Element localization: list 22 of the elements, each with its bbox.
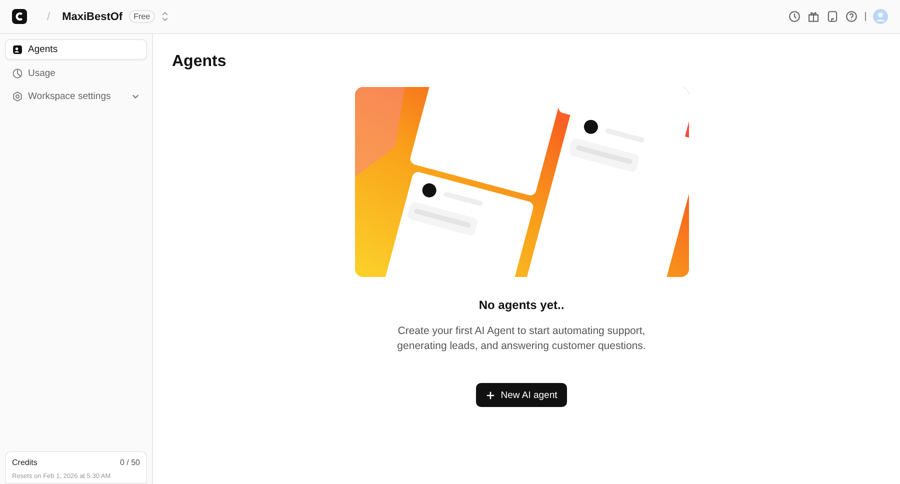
gift-icon[interactable] <box>807 10 820 23</box>
document-icon[interactable] <box>826 10 839 23</box>
sidebar-item[interactable]: Usage <box>5 62 147 84</box>
workspace-name[interactable]: MaxiBestOf <box>62 10 123 22</box>
empty-state-title: No agents yet.. <box>478 298 564 312</box>
logo-icon[interactable] <box>12 9 27 24</box>
sidebar-item[interactable]: Agents <box>5 39 147 60</box>
credits-value: 0 / 50 <box>120 458 140 467</box>
credits-label: Credits <box>12 458 38 467</box>
help-icon[interactable] <box>845 10 858 23</box>
breadcrumb-separator: / <box>47 10 50 22</box>
chevron-updown-icon[interactable] <box>161 11 170 22</box>
settings-icon <box>12 91 23 102</box>
pie-chart-icon <box>12 68 23 78</box>
plan-badge: Free <box>128 10 156 23</box>
plus-icon <box>486 390 495 400</box>
history-icon[interactable] <box>788 10 801 23</box>
page-title: Agents <box>172 53 228 71</box>
new-agent-button[interactable]: New AI agent <box>476 383 568 407</box>
empty-state-description: Create your first AI Agent to start automating support, generating leads, and answering customer questions. <box>396 324 647 354</box>
user-badge-icon <box>12 44 23 55</box>
sidebar-item[interactable]: Workspace settings <box>5 86 147 107</box>
